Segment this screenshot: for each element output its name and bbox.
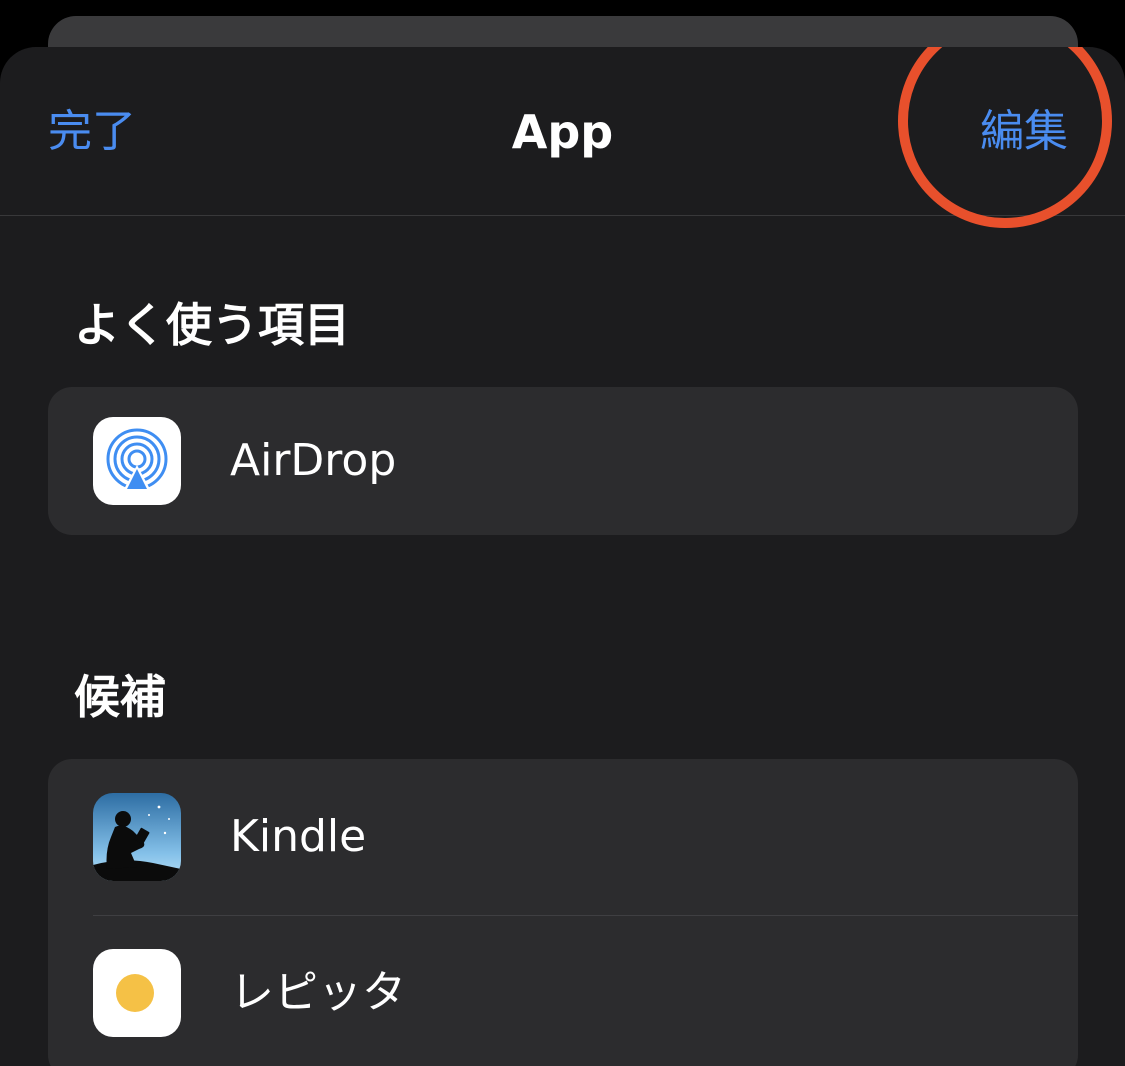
list-item-repitta[interactable]: レピッタ	[48, 915, 1078, 1066]
list-item-label: レピッタ	[230, 967, 406, 1018]
apps-sheet: 完了 App 編集 よく使う項目 AirDrop 候補 Kindle レピッタ	[0, 47, 1125, 1066]
suggestions-header: 候補	[74, 670, 166, 724]
page-title: App	[511, 105, 614, 159]
list-item-airdrop[interactable]: AirDrop	[48, 387, 1078, 535]
edit-button[interactable]: 編集	[980, 102, 1068, 162]
suggestions-list: Kindle レピッタ	[48, 759, 1078, 1066]
list-item-label: AirDrop	[230, 435, 397, 486]
navigation-bar: 完了 App 編集	[0, 47, 1125, 228]
airdrop-icon	[93, 417, 181, 505]
list-item-label: Kindle	[230, 811, 367, 862]
kindle-icon	[93, 793, 181, 881]
list-item-kindle[interactable]: Kindle	[48, 759, 1078, 915]
favorites-list: AirDrop	[48, 387, 1078, 535]
favorites-header: よく使う項目	[74, 298, 350, 352]
repitta-icon	[93, 949, 181, 1037]
